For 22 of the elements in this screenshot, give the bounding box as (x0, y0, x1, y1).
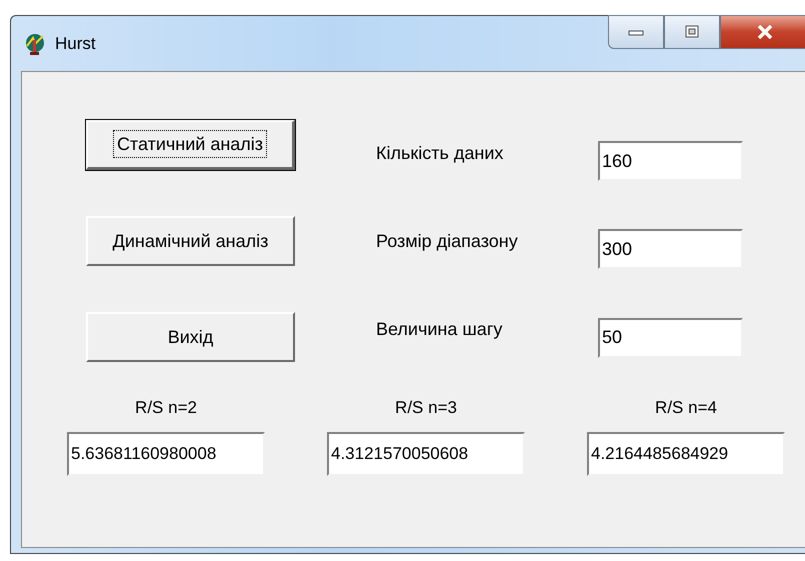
field-label: Кількість даних (376, 142, 504, 164)
result-label: R/S n=4 (655, 398, 717, 418)
result-field[interactable]: 5.63681160980008 (67, 432, 265, 476)
input-field[interactable]: 50 (598, 318, 743, 358)
maximize-button[interactable] (664, 15, 720, 49)
result-label: R/S n=3 (395, 398, 457, 418)
input-field[interactable]: 160 (598, 141, 743, 182)
close-button[interactable] (720, 15, 805, 49)
result-field[interactable]: 4.3121570050608 (327, 432, 525, 476)
minimize-button[interactable] (608, 15, 664, 49)
result-field[interactable]: 4.2164485684929 (587, 432, 785, 476)
maximize-icon (684, 25, 700, 39)
input-field[interactable]: 300 (598, 229, 743, 270)
action-button[interactable]: Динамічний аналіз (86, 216, 295, 266)
action-button[interactable]: Вихід (86, 312, 295, 362)
field-label: Величина шагу (376, 319, 504, 340)
close-icon (756, 25, 774, 39)
result-label: R/S n=2 (135, 398, 197, 418)
field-label: Розмір діапазону (376, 230, 519, 252)
action-button[interactable]: Статичний аналіз (86, 120, 295, 170)
window-title: Hurst (55, 34, 96, 54)
app-icon (23, 32, 47, 56)
